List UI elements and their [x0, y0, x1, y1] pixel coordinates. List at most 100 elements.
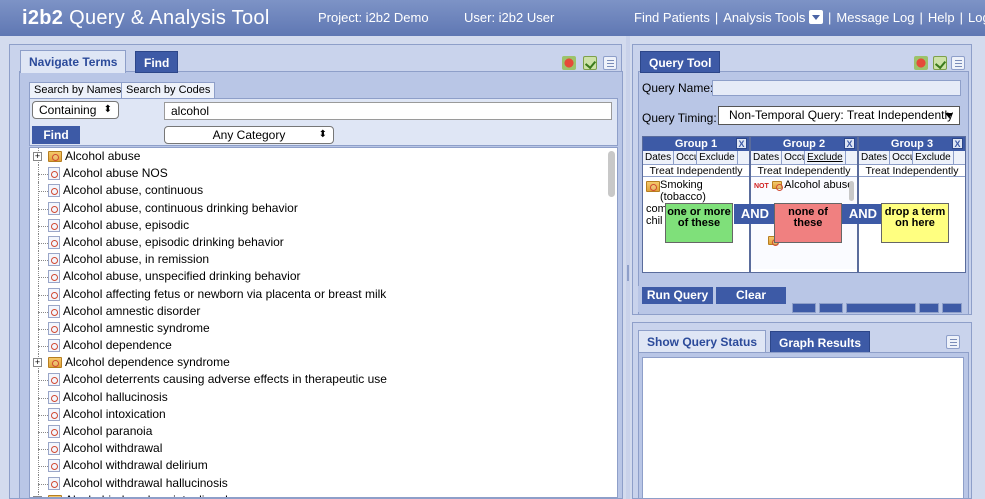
result-item[interactable]: + Alcohol abuse — [30, 148, 617, 166]
result-item[interactable]: Alcohol withdrawal hallucinosis — [30, 474, 617, 492]
nav-analysis-tools[interactable]: Analysis Tools — [723, 10, 824, 25]
maximize-icon[interactable] — [603, 56, 617, 70]
nav-help[interactable]: Help — [928, 10, 955, 25]
chevron-down-icon[interactable] — [809, 10, 824, 24]
result-item[interactable]: Alcohol affecting fetus or newborn via p… — [30, 285, 617, 303]
tree-guide — [38, 380, 48, 382]
nav-logout[interactable]: Logou — [968, 10, 985, 25]
group-treat[interactable]: Treat Independently — [643, 165, 749, 177]
result-label: Alcohol paranoia — [63, 424, 153, 438]
match-type-select[interactable]: Containing — [32, 101, 119, 119]
group-dates[interactable]: Dates — [643, 151, 675, 164]
expand-icon[interactable]: + — [33, 495, 42, 497]
close-icon[interactable]: X — [952, 138, 963, 149]
nav-find-patients[interactable]: Find Patients — [634, 10, 710, 25]
nav-button[interactable] — [792, 303, 816, 313]
tree-guide — [38, 311, 48, 313]
tree-guide — [38, 414, 48, 416]
tree-guide — [38, 397, 48, 399]
nav-button[interactable] — [846, 303, 916, 313]
result-item[interactable]: Alcohol abuse, unspecified drinking beha… — [30, 268, 617, 286]
not-badge: NOT — [754, 183, 769, 190]
nav-button[interactable] — [919, 303, 939, 313]
expand-icon[interactable]: + — [33, 358, 42, 368]
query-timing-select[interactable]: Non-Temporal Query: Treat Independently — [718, 106, 960, 125]
and-connector-2: AND — [842, 204, 884, 224]
clear-button[interactable]: Clear — [716, 287, 786, 304]
group-occurrences[interactable]: Occu — [782, 151, 806, 164]
find-button[interactable]: Find — [32, 126, 80, 144]
result-item[interactable]: Alcohol abuse, episodic drinking behavio… — [30, 233, 617, 252]
group-tabs: DatesOccuExclude — [859, 151, 965, 165]
result-item[interactable]: Alcohol withdrawal — [30, 440, 617, 458]
run-query-button[interactable]: Run Query — [642, 287, 713, 304]
options-icon[interactable] — [933, 56, 947, 70]
result-label: Alcohol dependence syndrome — [65, 355, 230, 370]
result-label: Alcohol abuse, in remission — [63, 252, 210, 267]
result-item[interactable]: Alcohol abuse, continuous drinking behav… — [30, 199, 617, 217]
options-icon[interactable] — [583, 56, 597, 70]
tab-search-by-codes[interactable]: Search by Codes — [121, 82, 216, 99]
result-item[interactable]: Alcohol withdrawal delirium — [30, 457, 617, 475]
result-item[interactable]: Alcohol paranoia — [30, 423, 617, 441]
query-name-input[interactable] — [712, 80, 961, 96]
tree-guide — [38, 294, 48, 296]
search-input[interactable]: alcohol — [164, 102, 612, 120]
group-exclude[interactable]: Exclude — [805, 151, 846, 164]
close-icon[interactable]: X — [736, 138, 747, 149]
group-occurrences[interactable]: Occu — [890, 151, 914, 164]
result-item[interactable]: + Alcohol dependence syndrome — [30, 354, 617, 372]
maximize-icon[interactable] — [951, 56, 965, 70]
group-item[interactable]: NOT Alcohol abuse — [754, 179, 854, 193]
result-item[interactable]: Alcohol deterrents causing adverse effec… — [30, 371, 617, 389]
nav-button[interactable] — [942, 303, 962, 313]
tab-find[interactable]: Find — [135, 51, 179, 73]
nav-button[interactable] — [819, 303, 843, 313]
refresh-icon[interactable] — [562, 56, 576, 70]
maximize-icon[interactable] — [946, 335, 960, 349]
result-item[interactable]: Alcohol abuse, episodic — [30, 216, 617, 234]
close-icon[interactable]: X — [844, 138, 855, 149]
result-label: Alcohol abuse, episodic drinking behavio… — [63, 234, 284, 249]
group-exclude[interactable]: Exclude — [913, 151, 954, 164]
group-dates[interactable]: Dates — [859, 151, 891, 164]
chevron-down-icon — [945, 113, 953, 118]
tab-search-by-names[interactable]: Search by Names — [29, 82, 127, 99]
splitter-grip[interactable] — [627, 265, 629, 281]
scrollbar[interactable] — [608, 151, 615, 197]
tab-graph-results[interactable]: Graph Results — [770, 331, 871, 353]
result-item[interactable]: Alcohol hallucinosis — [30, 388, 617, 406]
scrollbar[interactable] — [849, 181, 854, 201]
nav-message-log[interactable]: Message Log — [836, 10, 914, 25]
term-icon — [48, 304, 60, 318]
tab-navigate-terms[interactable]: Navigate Terms — [20, 50, 127, 73]
group-occurrences[interactable]: Occu — [674, 151, 698, 164]
group-dates[interactable]: Dates — [751, 151, 783, 164]
refresh-icon[interactable] — [914, 56, 928, 70]
result-item[interactable]: Alcohol abuse, in remission — [30, 251, 617, 269]
term-icon — [48, 476, 60, 490]
term-icon — [48, 321, 60, 335]
result-item[interactable]: Alcohol amnestic syndrome — [30, 319, 617, 338]
tab-query-tool[interactable]: Query Tool — [640, 51, 721, 73]
tree-guide — [38, 432, 48, 433]
group-tabs: DatesOccuExclude — [643, 151, 749, 165]
group-exclude[interactable]: Exclude — [697, 151, 738, 164]
project-label: Project: i2b2 Demo — [318, 10, 429, 25]
folder-icon — [646, 181, 660, 192]
group-treat[interactable]: Treat Independently — [751, 165, 857, 177]
result-label: Alcohol withdrawal — [63, 441, 163, 456]
result-item[interactable]: Alcohol abuse NOS — [30, 165, 617, 183]
group-treat[interactable]: Treat Independently — [859, 165, 965, 177]
result-item[interactable]: Alcohol dependence — [30, 337, 617, 355]
category-select[interactable]: Any Category — [164, 126, 334, 144]
result-item[interactable]: Alcohol abuse, continuous — [30, 182, 617, 200]
result-item[interactable]: Alcohol amnestic disorder — [30, 302, 617, 320]
app-title: i2b2 Query & Analysis Tool — [22, 6, 270, 29]
tab-show-query-status[interactable]: Show Query Status — [638, 330, 767, 353]
result-item[interactable]: + Alcohol-induced anxiety disorder — [30, 491, 617, 497]
group-item[interactable]: Smoking (tobacco) — [646, 179, 746, 203]
expand-icon[interactable]: + — [33, 152, 42, 161]
result-item[interactable]: Alcohol intoxication — [30, 405, 617, 423]
tree-guide — [38, 242, 48, 244]
